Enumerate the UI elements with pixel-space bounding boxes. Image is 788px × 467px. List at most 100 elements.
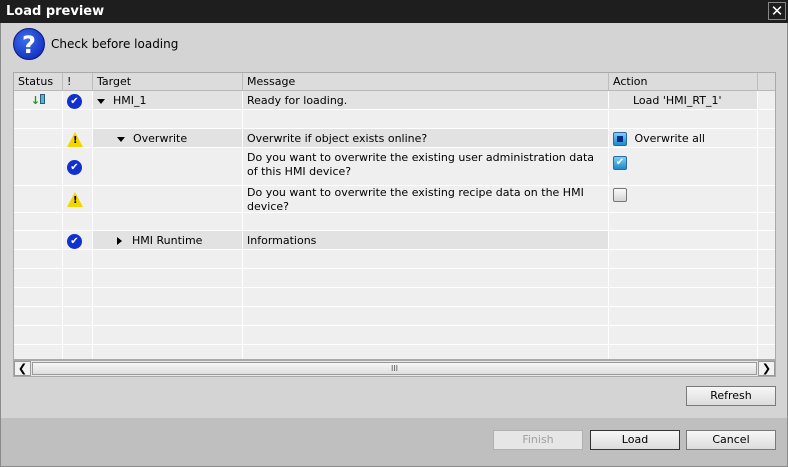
- scroll-right-button[interactable]: ❯: [758, 361, 775, 376]
- spacer-cell: [758, 231, 775, 249]
- empty-cell: [243, 307, 609, 325]
- status-cell: [14, 186, 63, 212]
- empty-cell: [758, 250, 775, 268]
- column-header-alert[interactable]: !: [63, 73, 93, 90]
- table-row[interactable]: ↓ ✔ HMI_1 Ready for loading. Load 'HMI_R…: [14, 91, 775, 110]
- empty-row: [14, 288, 775, 307]
- target-label: HMI Runtime: [132, 234, 203, 247]
- empty-row: [14, 345, 775, 359]
- empty-row: [14, 307, 775, 326]
- empty-cell: [93, 269, 243, 287]
- empty-cell: [758, 213, 775, 230]
- overwrite-recipe-checkbox[interactable]: [613, 188, 627, 202]
- empty-cell: [243, 110, 609, 128]
- empty-cell: [243, 213, 609, 230]
- empty-cell: [14, 288, 63, 306]
- collapsed-arrow-icon[interactable]: [117, 237, 122, 245]
- action-select[interactable]: Load 'HMI_RT_1': [609, 91, 758, 109]
- warning-icon: !: [67, 192, 83, 207]
- empty-cell: [243, 288, 609, 306]
- empty-cell: [63, 213, 93, 230]
- empty-row: [14, 250, 775, 269]
- expand-arrow-icon[interactable]: [117, 136, 125, 142]
- overwrite-all-cell[interactable]: Overwrite all: [609, 129, 758, 147]
- alert-cell: !: [63, 129, 93, 147]
- status-cell: ↓: [14, 91, 63, 109]
- expand-arrow-icon[interactable]: [97, 98, 105, 104]
- scroll-thumb[interactable]: III: [32, 362, 757, 375]
- window-title: Load preview: [6, 4, 105, 19]
- empty-cell: [609, 110, 758, 128]
- target-cell: HMI Runtime: [93, 231, 243, 249]
- horizontal-scrollbar[interactable]: ❮ III ❯: [13, 360, 776, 377]
- close-button[interactable]: ✕: [768, 2, 786, 20]
- table-row[interactable]: ✔ HMI Runtime Informations: [14, 231, 775, 250]
- message-cell: Informations: [243, 231, 609, 249]
- column-header-spacer: [758, 73, 775, 90]
- table-row[interactable]: ! Do you want to overwrite the existing …: [14, 186, 775, 213]
- table-header: Status ! Target Message Action: [14, 73, 775, 91]
- finish-button[interactable]: Finish: [493, 430, 583, 450]
- empty-cell: [93, 213, 243, 230]
- alert-cell: ✔: [63, 231, 93, 249]
- message-cell: Ready for loading.: [243, 91, 609, 109]
- empty-cell: [14, 326, 63, 344]
- empty-cell: [93, 288, 243, 306]
- overwrite-all-checkbox[interactable]: [613, 132, 627, 146]
- load-preview-table: Status ! Target Message Action ↓ ✔ HMI_1…: [13, 72, 776, 360]
- column-header-action[interactable]: Action: [609, 73, 758, 90]
- spacer-cell: [758, 148, 775, 185]
- empty-cell: [609, 250, 758, 268]
- empty-cell: [243, 250, 609, 268]
- empty-cell: [243, 269, 609, 287]
- cancel-button[interactable]: Cancel: [686, 430, 776, 450]
- empty-cell: [758, 326, 775, 344]
- action-cell: ✔: [609, 148, 758, 185]
- action-cell: [609, 231, 758, 249]
- target-cell: Overwrite: [93, 129, 243, 147]
- empty-cell: [63, 269, 93, 287]
- refresh-button[interactable]: Refresh: [686, 386, 776, 406]
- empty-cell: [609, 307, 758, 325]
- empty-cell: [758, 110, 775, 128]
- status-cell: [14, 148, 63, 185]
- action-cell: [609, 186, 758, 212]
- empty-cell: [758, 269, 775, 287]
- column-header-status[interactable]: Status: [14, 73, 63, 90]
- empty-cell: [609, 213, 758, 230]
- empty-cell: [63, 326, 93, 344]
- download-device-icon: ↓: [31, 94, 46, 107]
- spacer-cell: [758, 129, 775, 147]
- spacer-cell: [758, 91, 775, 109]
- empty-cell: [93, 307, 243, 325]
- table-row[interactable]: ✔ Do you want to overwrite the existing …: [14, 148, 775, 186]
- empty-cell: [243, 326, 609, 344]
- empty-cell: [609, 269, 758, 287]
- status-cell: [14, 129, 63, 147]
- table-row[interactable]: ! Overwrite Overwrite if object exists o…: [14, 129, 775, 148]
- check-icon: ✔: [67, 160, 82, 175]
- target-cell: HMI_1: [93, 91, 243, 109]
- empty-cell: [758, 307, 775, 325]
- empty-cell: [63, 110, 93, 128]
- message-cell: Do you want to overwrite the existing re…: [243, 186, 609, 213]
- overwrite-user-admin-checkbox[interactable]: ✔: [613, 156, 627, 170]
- empty-cell: [243, 345, 609, 359]
- scroll-left-button[interactable]: ❮: [14, 361, 31, 376]
- empty-cell: [758, 345, 775, 359]
- empty-cell: [14, 269, 63, 287]
- empty-cell: [63, 250, 93, 268]
- column-header-target[interactable]: Target: [93, 73, 243, 90]
- empty-cell: [93, 345, 243, 359]
- status-cell: [14, 231, 63, 249]
- load-button[interactable]: Load: [590, 430, 680, 450]
- empty-cell: [63, 345, 93, 359]
- target-cell: [93, 186, 243, 212]
- column-header-message[interactable]: Message: [243, 73, 609, 90]
- target-label: HMI_1: [113, 94, 147, 107]
- target-cell: [93, 148, 243, 185]
- alert-cell: ✔: [63, 91, 93, 109]
- empty-row: [14, 213, 775, 231]
- empty-cell: [93, 326, 243, 344]
- check-icon: ✔: [67, 234, 82, 249]
